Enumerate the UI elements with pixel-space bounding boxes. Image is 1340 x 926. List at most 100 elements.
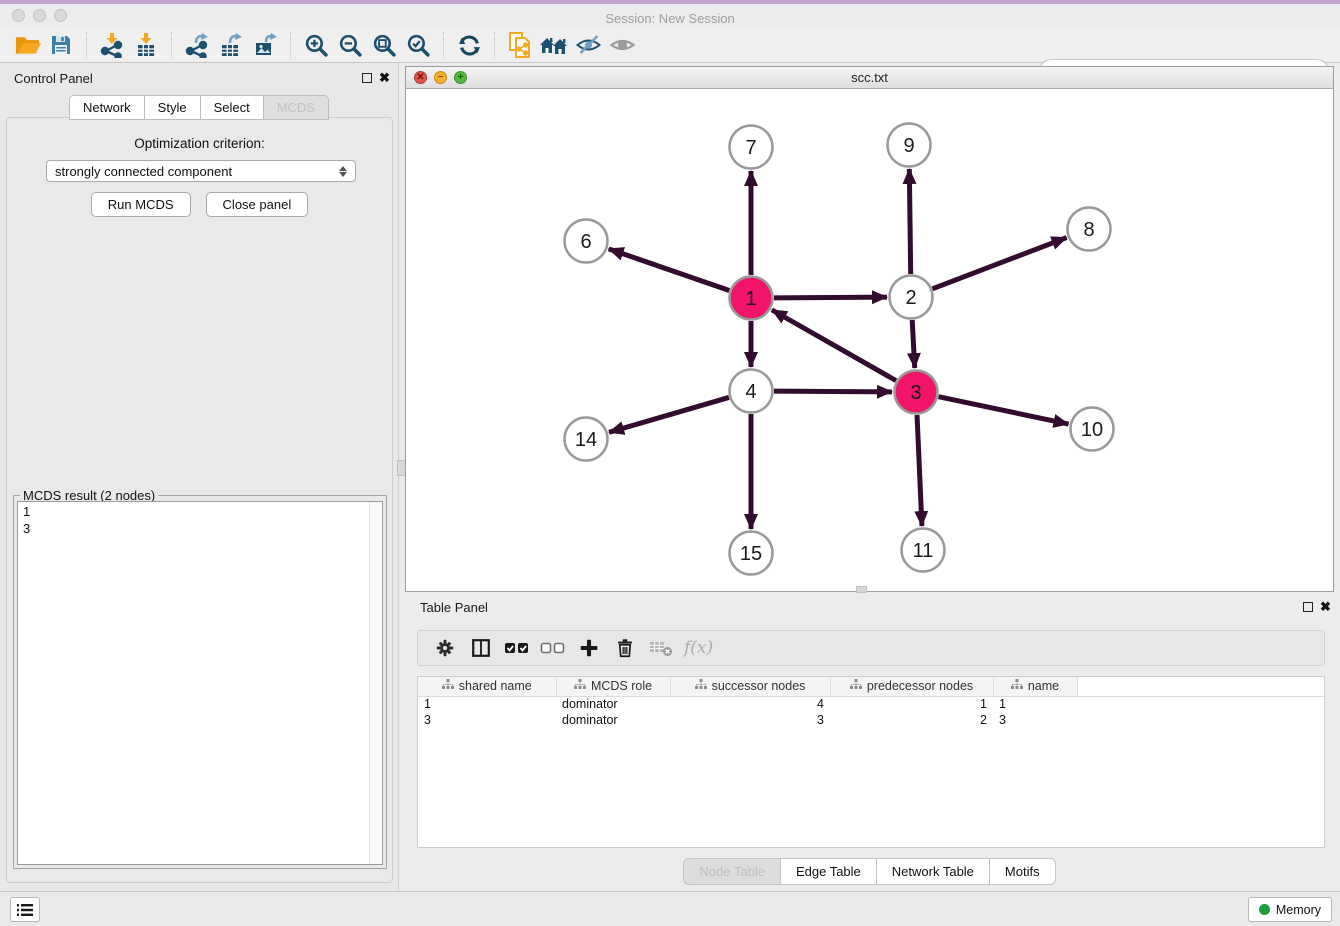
select-stepper-icon <box>339 166 347 177</box>
add-row-icon[interactable] <box>574 634 604 662</box>
criterion-value: strongly connected component <box>55 164 232 179</box>
delete-row-icon[interactable] <box>610 634 640 662</box>
gear-icon[interactable] <box>430 634 460 662</box>
svg-text:14: 14 <box>575 429 597 451</box>
graph-node-15[interactable]: 15 <box>730 532 773 575</box>
zoom-selected-icon[interactable] <box>401 30 435 60</box>
save-session-icon[interactable] <box>44 30 78 60</box>
tab-network[interactable]: Network <box>69 95 144 120</box>
graph-node-6[interactable]: 6 <box>565 220 608 263</box>
graph-node-2[interactable]: 2 <box>890 276 933 319</box>
tab-edge-table[interactable]: Edge Table <box>780 858 876 885</box>
close-table-panel-icon[interactable]: ✖ <box>1320 599 1331 615</box>
first-neighbors-icon[interactable] <box>537 30 571 60</box>
clone-network-icon[interactable] <box>503 30 537 60</box>
network-minimize-button[interactable]: − <box>434 71 447 84</box>
control-panel-title: Control Panel <box>14 71 93 86</box>
edge-3-11[interactable] <box>917 415 922 526</box>
mcds-result-scrollbar[interactable] <box>369 502 382 864</box>
table-row[interactable]: 3dominator323 <box>418 712 1324 728</box>
deselect-all-checkboxes-icon[interactable] <box>538 634 568 662</box>
float-table-panel-icon[interactable] <box>1303 602 1313 612</box>
export-table-icon[interactable] <box>214 30 248 60</box>
open-session-icon[interactable] <box>10 30 44 60</box>
column-header-successor-nodes[interactable]: successor nodes <box>670 677 830 696</box>
edge-1-6[interactable] <box>609 249 730 291</box>
export-image-icon[interactable] <box>248 30 282 60</box>
network-close-button[interactable]: ✕ <box>414 71 427 84</box>
float-panel-icon[interactable] <box>362 73 372 83</box>
column-header-shared-name[interactable]: shared name <box>418 677 556 696</box>
graph-node-4[interactable]: 4 <box>730 370 773 413</box>
network-window-titlebar[interactable]: ✕ − + scc.txt <box>406 67 1333 89</box>
mcds-result-text[interactable]: 1 3 <box>17 501 383 865</box>
table-toolbar: f(x) <box>417 630 1325 666</box>
close-panel-button[interactable]: Close panel <box>206 192 309 217</box>
horizontal-split-grip[interactable] <box>856 586 867 593</box>
run-mcds-button[interactable]: Run MCDS <box>91 192 191 217</box>
zoom-in-icon[interactable] <box>299 30 333 60</box>
control-panel-tabbar: NetworkStyleSelectMCDS <box>0 95 398 120</box>
export-network-icon[interactable] <box>180 30 214 60</box>
apply-layout-icon[interactable] <box>452 30 486 60</box>
column-header-MCDS-role[interactable]: MCDS role <box>556 677 670 696</box>
tab-node-table[interactable]: Node Table <box>683 858 780 885</box>
edge-3-10[interactable] <box>939 397 1069 424</box>
graph-node-10[interactable]: 10 <box>1071 408 1114 451</box>
statusbar: Memory <box>0 891 1340 926</box>
zoom-fit-icon[interactable] <box>367 30 401 60</box>
edge-2-8[interactable] <box>932 238 1066 289</box>
graph-node-3[interactable]: 3 <box>895 371 938 414</box>
show-all-icon[interactable] <box>605 30 639 60</box>
network-graph[interactable]: 7 9 6 8 1 2 4 3 14 10 15 11 <box>406 89 1333 591</box>
network-maximize-button[interactable]: + <box>454 71 467 84</box>
edge-3-1[interactable] <box>772 310 896 381</box>
tab-mcds[interactable]: MCDS <box>263 95 329 120</box>
edge-2-3[interactable] <box>912 320 915 368</box>
import-network-icon[interactable] <box>95 30 129 60</box>
network-window-title: scc.txt <box>406 67 1333 89</box>
zoom-out-icon[interactable] <box>333 30 367 60</box>
svg-text:8: 8 <box>1083 219 1094 241</box>
graph-node-14[interactable]: 14 <box>565 418 608 461</box>
edge-1-2[interactable] <box>774 297 887 298</box>
svg-text:9: 9 <box>903 135 914 157</box>
table-panel-title: Table Panel <box>420 600 488 615</box>
graph-node-7[interactable]: 7 <box>730 126 773 169</box>
criterion-select[interactable]: strongly connected component <box>46 160 356 182</box>
show-columns-icon[interactable] <box>466 634 496 662</box>
hide-selected-icon[interactable] <box>571 30 605 60</box>
toolbar-separator <box>290 32 291 58</box>
memory-button[interactable]: Memory <box>1248 897 1332 922</box>
column-header-predecessor-nodes[interactable]: predecessor nodes <box>830 677 993 696</box>
control-panel: Control Panel ✖ NetworkStyleSelectMCDS O… <box>0 63 399 891</box>
select-all-checkboxes-icon[interactable] <box>502 634 532 662</box>
graph-node-11[interactable]: 11 <box>902 529 945 572</box>
close-panel-icon[interactable]: ✖ <box>379 70 390 86</box>
import-table-icon[interactable] <box>129 30 163 60</box>
graph-node-9[interactable]: 9 <box>888 124 931 167</box>
edge-4-14[interactable] <box>609 397 729 432</box>
edge-2-9[interactable] <box>909 169 910 274</box>
tab-select[interactable]: Select <box>200 95 263 120</box>
mcds-result-group: MCDS result (2 nodes) 1 3 <box>13 495 387 869</box>
function-builder-icon: f(x) <box>682 638 713 658</box>
network-view-window: ✕ − + scc.txt 7 9 6 8 1 2 4 3 14 10 15 11 <box>405 66 1334 592</box>
svg-text:10: 10 <box>1081 419 1103 441</box>
task-history-button[interactable] <box>10 897 40 922</box>
column-type-icon <box>442 679 454 693</box>
node-table[interactable]: shared nameMCDS rolesuccessor nodesprede… <box>417 676 1325 848</box>
svg-text:11: 11 <box>913 540 934 562</box>
table-row[interactable]: 1dominator411 <box>418 696 1324 712</box>
table-panel: Table Panel ✖ f(x) <box>405 596 1334 889</box>
column-type-icon <box>850 679 862 693</box>
optimization-criterion-label: Optimization criterion: <box>7 136 392 151</box>
column-header-name[interactable]: name <box>993 677 1077 696</box>
network-canvas[interactable]: 7 9 6 8 1 2 4 3 14 10 15 11 <box>406 89 1333 591</box>
edge-4-3[interactable] <box>774 391 892 392</box>
graph-node-1[interactable]: 1 <box>730 277 773 320</box>
tab-network-table[interactable]: Network Table <box>876 858 989 885</box>
tab-style[interactable]: Style <box>144 95 200 120</box>
graph-node-8[interactable]: 8 <box>1068 208 1111 251</box>
tab-motifs[interactable]: Motifs <box>989 858 1056 885</box>
